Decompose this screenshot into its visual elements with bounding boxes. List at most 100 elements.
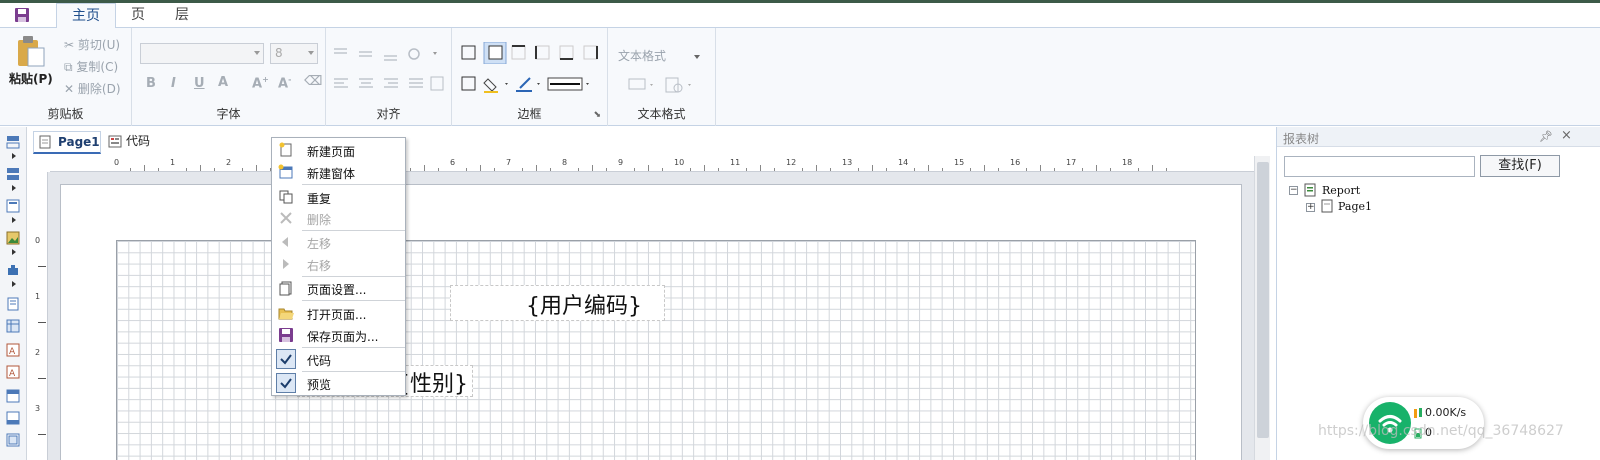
ruler-tick xyxy=(606,168,607,171)
band-icon[interactable] xyxy=(6,135,20,149)
grow-font-icon[interactable]: A+ xyxy=(252,75,269,91)
font-size-combo[interactable]: 8 xyxy=(270,43,318,64)
checkmark-icon xyxy=(276,373,296,393)
menu-item-label: 新建窗体 xyxy=(307,167,356,181)
vertical-align-icons[interactable] xyxy=(334,46,444,62)
dialog-launcher-icon[interactable]: ⬊ xyxy=(593,110,601,120)
menu-item-delete[interactable]: 删除 xyxy=(272,207,405,229)
field-user-code[interactable]: {用户编码} xyxy=(450,285,665,321)
tree-node-page1[interactable]: Page1 xyxy=(1338,200,1372,213)
clear-format-icon[interactable]: ⌫ xyxy=(304,74,322,89)
menu-item-open-page[interactable]: 打开页面... xyxy=(272,302,405,324)
horizontal-align-icons[interactable] xyxy=(334,76,449,92)
ruler-tick xyxy=(38,266,46,267)
text-format-tools-icons[interactable] xyxy=(628,76,708,94)
tab-page[interactable]: 页 xyxy=(120,3,156,29)
tab-home[interactable]: 主页 xyxy=(56,3,116,29)
table-icon[interactable] xyxy=(6,319,20,333)
horizontal-ruler: 0123456789101112131415161718 xyxy=(50,156,1254,172)
delete-button[interactable]: ✕ 删除(D) xyxy=(64,80,121,97)
label-icon[interactable]: A xyxy=(6,365,20,379)
menu-item-move-left[interactable]: 左移 xyxy=(272,231,405,253)
design-canvas[interactable]: {用户编码} {性别} xyxy=(48,172,1254,460)
font-color-icon[interactable]: A xyxy=(218,75,228,90)
find-button[interactable]: 查找(F) xyxy=(1480,155,1560,177)
chevron-down-icon xyxy=(693,54,700,59)
save-icon[interactable] xyxy=(14,7,30,23)
image-icon[interactable] xyxy=(6,231,20,245)
italic-icon[interactable]: I xyxy=(171,76,176,91)
ruler-tick xyxy=(536,165,537,171)
chevron-right-icon[interactable] xyxy=(12,281,16,287)
ruler-tick xyxy=(802,168,803,171)
chevron-right-icon[interactable] xyxy=(12,185,16,191)
pin-icon[interactable]: 📌︎ xyxy=(1539,130,1553,143)
ruler-tick xyxy=(438,168,439,171)
richtext-icon[interactable]: A xyxy=(6,343,20,357)
copy-label: 复制(C) xyxy=(76,60,119,74)
puzzle-icon[interactable] xyxy=(6,263,20,277)
ruler-tick xyxy=(858,168,859,171)
net-speed-text: 0.00K/s xyxy=(1425,406,1467,419)
ruler-tick xyxy=(242,168,243,171)
panel-icon[interactable] xyxy=(6,199,20,213)
collapse-icon[interactable]: − xyxy=(1289,186,1298,195)
tab-layer[interactable]: 层 xyxy=(160,3,204,29)
tab-page1-label: Page1 xyxy=(58,135,100,149)
footer-band-icon[interactable] xyxy=(6,411,20,425)
ruler-tick xyxy=(704,165,705,171)
ruler-tick xyxy=(522,168,523,171)
ruler-tick xyxy=(690,168,691,171)
font-name-combo[interactable] xyxy=(140,43,264,64)
ruler-tick xyxy=(256,165,257,171)
header-band-icon[interactable] xyxy=(6,389,20,403)
menu-item-label: 重复 xyxy=(307,192,332,206)
tab-code[interactable]: 代码 xyxy=(105,131,165,154)
expand-icon[interactable]: + xyxy=(1306,203,1315,212)
bold-icon[interactable]: B xyxy=(146,76,156,91)
menu-item-page-setup[interactable]: 页面设置... xyxy=(272,277,405,299)
ruler-number: 0 xyxy=(114,158,120,167)
svg-text:A: A xyxy=(9,369,16,379)
menu-item-duplicate[interactable]: 重复 xyxy=(272,186,405,208)
menu-item-preview[interactable]: 预览 xyxy=(272,372,405,394)
text-format-combo[interactable]: 文本格式 xyxy=(618,47,700,64)
menu-item-label: 右移 xyxy=(307,259,332,273)
subreport-icon[interactable] xyxy=(6,433,20,447)
ruler-number: 7 xyxy=(506,158,512,167)
menu-item-move-right[interactable]: 右移 xyxy=(272,253,405,275)
cross-band-icon[interactable] xyxy=(6,167,20,181)
report-page[interactable]: {用户编码} {性别} xyxy=(60,184,1242,460)
ruler-number: 16 xyxy=(1010,158,1021,167)
ruler-tick xyxy=(200,165,201,171)
ruler-tick xyxy=(746,168,747,171)
ruler-number: 10 xyxy=(674,158,685,167)
scissors-icon: ✂ xyxy=(64,38,75,52)
copy-button[interactable]: ⧉ 复制(C) xyxy=(64,58,118,75)
text-object-icon[interactable] xyxy=(6,297,20,311)
tree-search-input[interactable] xyxy=(1284,156,1475,177)
chevron-right-icon[interactable] xyxy=(12,217,16,223)
chevron-down-icon xyxy=(254,51,260,55)
scrollbar-thumb[interactable] xyxy=(1257,162,1269,438)
paste-button[interactable]: 粘贴(P) xyxy=(9,70,53,87)
border-fill-line-icons[interactable] xyxy=(460,74,605,94)
close-icon[interactable]: × xyxy=(1561,128,1572,143)
ruler-tick xyxy=(634,168,635,171)
chevron-right-icon[interactable] xyxy=(12,153,16,159)
chevron-right-icon[interactable] xyxy=(12,249,16,255)
menu-item-new-page[interactable]: 新建页面 xyxy=(272,139,405,161)
cut-button[interactable]: ✂ 剪切(U) xyxy=(64,36,120,53)
tree-node-report[interactable]: Report xyxy=(1322,184,1360,197)
menu-item-new-form[interactable]: 新建窗体 xyxy=(272,161,405,183)
shrink-font-icon[interactable]: A- xyxy=(278,75,291,91)
underline-icon[interactable]: U xyxy=(194,76,205,91)
menu-item-save-page-as[interactable]: 保存页面为... xyxy=(272,324,405,346)
tab-page1[interactable]: Page1 xyxy=(33,131,101,154)
ruler-tick xyxy=(410,168,411,171)
report-tree-title: 报表树 xyxy=(1283,132,1320,146)
vertical-scrollbar[interactable] xyxy=(1254,156,1270,460)
border-style-icons[interactable] xyxy=(460,42,605,64)
delete-label: 删除(D) xyxy=(77,82,121,96)
menu-item-code[interactable]: 代码 xyxy=(272,348,405,370)
